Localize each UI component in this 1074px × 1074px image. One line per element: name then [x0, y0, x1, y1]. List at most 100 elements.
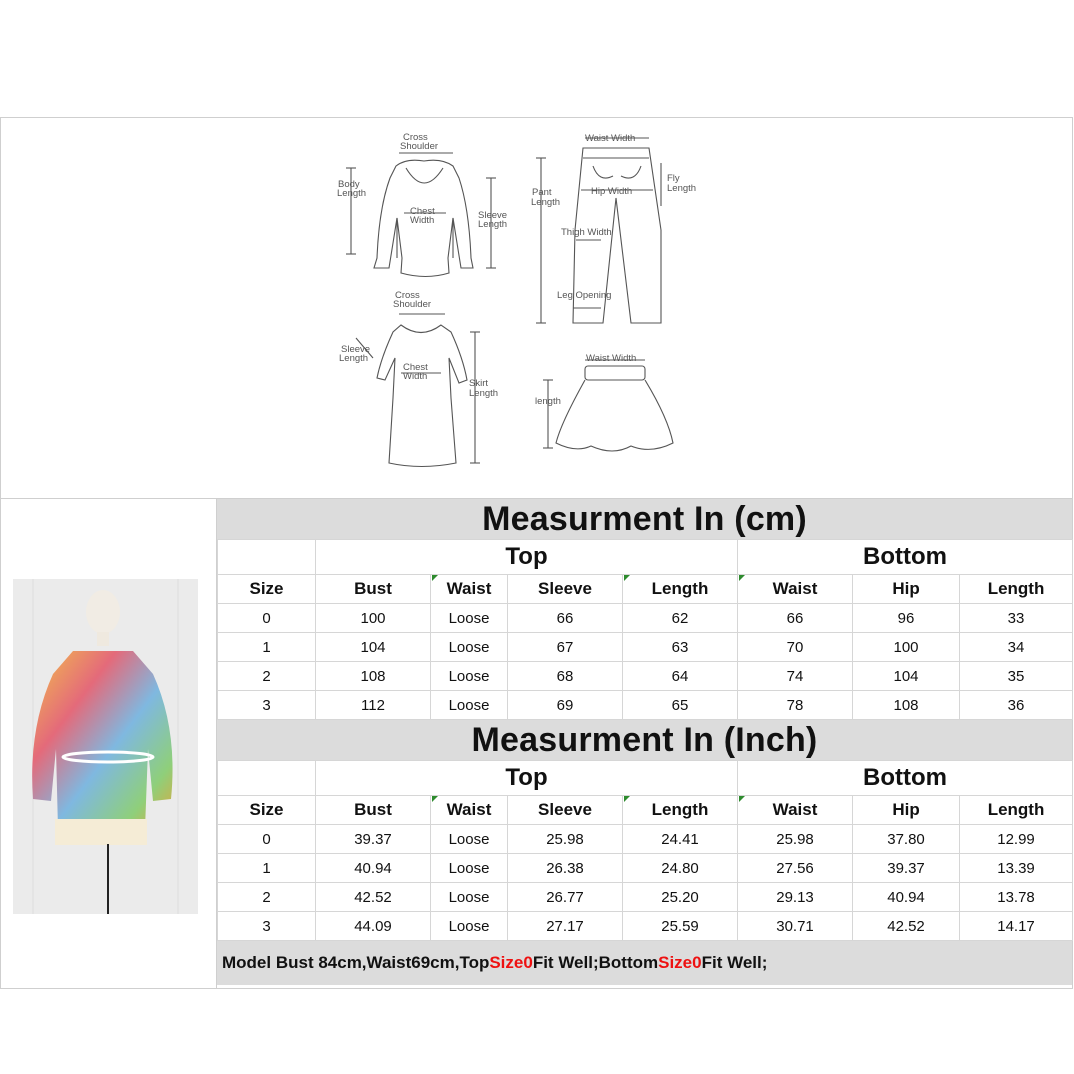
cell: 96: [852, 603, 961, 633]
header-cell: Hip: [852, 574, 961, 604]
header-cell: Length: [959, 795, 1074, 825]
table-row: 3 112 Loose 69 65 78 108 36: [217, 690, 1074, 720]
svg-text:Length: Length: [337, 188, 366, 199]
measurement-tables: Measurment In (cm) Top Bottom Size Bust …: [217, 499, 1074, 985]
svg-text:Width: Width: [403, 371, 427, 382]
cell: 112: [315, 690, 431, 720]
cell: 2: [217, 661, 316, 691]
group-top: Top: [314, 760, 739, 796]
comment-marker: [739, 575, 746, 581]
cell: 100: [852, 632, 961, 662]
cell: 12.99: [959, 824, 1074, 854]
cell: 26.38: [507, 853, 623, 883]
cell: 42.52: [315, 882, 431, 912]
cell: 63: [621, 632, 739, 662]
header-cell: Size: [217, 795, 316, 825]
product-photo: [13, 579, 198, 914]
cell: 74: [737, 661, 854, 691]
header-cell: Hip: [852, 795, 961, 825]
header-cell: Waist: [737, 795, 854, 825]
cell: 36: [959, 690, 1074, 720]
header-cell: Sleeve: [507, 574, 623, 604]
cell: 25.98: [507, 824, 623, 854]
cell: 25.59: [621, 911, 739, 941]
product-photo-cell: [1, 499, 217, 989]
cell: 34: [959, 632, 1074, 662]
cell: 100: [315, 603, 431, 633]
skirt-length-label: length: [535, 396, 561, 407]
cell: 0: [217, 603, 316, 633]
table-row: 2 108 Loose 68 64 74 104 35: [217, 661, 1074, 691]
table-row: 1 40.94 Loose 26.38 24.80 27.56 39.37 13.39: [217, 853, 1074, 883]
header-cell: Length: [621, 795, 739, 825]
cell: 39.37: [315, 824, 431, 854]
cell: 29.13: [737, 882, 854, 912]
table-row: 2 42.52 Loose 26.77 25.20 29.13 40.94 13.78: [217, 882, 1074, 912]
header-cell: Waist: [737, 574, 854, 604]
cell: 65: [621, 690, 739, 720]
cell: Loose: [430, 882, 508, 912]
header-cell: Waist: [430, 795, 508, 825]
cell: 66: [507, 603, 623, 633]
svg-text:Shoulder: Shoulder: [393, 299, 431, 310]
group-bottom: Bottom: [737, 539, 1074, 575]
pants-waist-width-label: Waist Width: [585, 133, 635, 144]
cell: Loose: [430, 853, 508, 883]
cell: 108: [315, 661, 431, 691]
comment-marker: [432, 575, 438, 581]
header-row: Size Bust Waist Sleeve Length Waist Hip …: [217, 795, 1074, 825]
cell: 13.39: [959, 853, 1074, 883]
header-cell: Bust: [315, 795, 431, 825]
cell: 24.41: [621, 824, 739, 854]
table-row: 1 104 Loose 67 63 70 100 34: [217, 632, 1074, 662]
cell: 69: [507, 690, 623, 720]
cell: 78: [737, 690, 854, 720]
empty-cell: [217, 760, 316, 796]
dress-diagram: [355, 313, 480, 468]
measurement-diagrams: Cross Shoulder Body Length Chest Width S…: [1, 118, 1072, 499]
cell: 35: [959, 661, 1074, 691]
table-row: 0 39.37 Loose 25.98 24.41 25.98 37.80 12.99: [217, 824, 1074, 854]
cell: 66: [737, 603, 854, 633]
cell: Loose: [430, 911, 508, 941]
cell: Loose: [430, 603, 508, 633]
cell: 42.52: [852, 911, 961, 941]
empty-cell: [217, 539, 316, 575]
cell: Loose: [430, 632, 508, 662]
skirt-diagram: [543, 359, 674, 452]
cell: 70: [737, 632, 854, 662]
skirt-waist-width-label: Waist Width: [586, 353, 636, 364]
cell: 37.80: [852, 824, 961, 854]
svg-text:Shoulder: Shoulder: [400, 141, 438, 152]
pants-leg-opening-label: Leg Opening: [557, 290, 611, 301]
pants-thigh-width-label: Thigh Width: [561, 227, 612, 238]
cell: 33: [959, 603, 1074, 633]
group-bottom: Bottom: [737, 760, 1074, 796]
cell: 24.80: [621, 853, 739, 883]
cell: 2: [217, 882, 316, 912]
model-fit-note: Model Bust 84cm,Waist69cm,Top Size0 Fit …: [217, 941, 1072, 985]
comment-marker: [739, 796, 746, 802]
size-highlight: Size0: [658, 953, 702, 972]
cell: 62: [621, 603, 739, 633]
cell: 40.94: [315, 853, 431, 883]
cell: 13.78: [959, 882, 1074, 912]
header-cell: Bust: [315, 574, 431, 604]
header-cell: Size: [217, 574, 316, 604]
cell: 30.71: [737, 911, 854, 941]
cell: 0: [217, 824, 316, 854]
cell: Loose: [430, 661, 508, 691]
cell: 27.17: [507, 911, 623, 941]
cm-table-title: Measurment In (cm): [217, 499, 1072, 539]
svg-text:Length: Length: [478, 219, 507, 230]
size-highlight: Size0: [489, 953, 533, 972]
garment-diagrams: Cross Shoulder Body Length Chest Width S…: [337, 132, 696, 468]
svg-text:Length: Length: [339, 353, 368, 364]
svg-text:Width: Width: [410, 215, 434, 226]
cell: 1: [217, 853, 316, 883]
cell: 1: [217, 632, 316, 662]
inch-table-title: Measurment In (Inch): [217, 720, 1072, 760]
table-row: 0 100 Loose 66 62 66 96 33: [217, 603, 1074, 633]
cell: 26.77: [507, 882, 623, 912]
header-cell: Length: [959, 574, 1074, 604]
